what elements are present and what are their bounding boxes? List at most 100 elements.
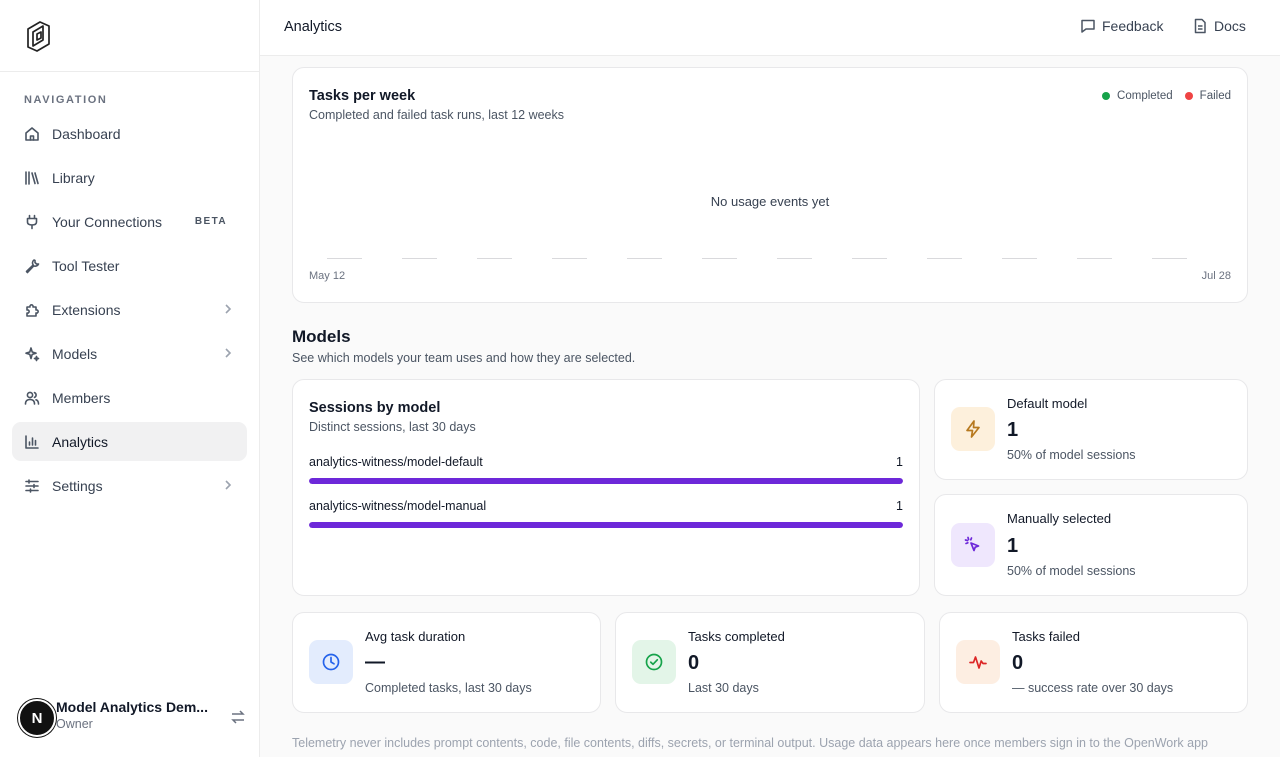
user-menu[interactable]: N Model Analytics Dem... Owner — [18, 697, 246, 739]
sidebar-nav: Dashboard Library Your Connections BETA … — [12, 114, 247, 510]
legend-dot — [1102, 92, 1111, 100]
stat-value: — — [365, 651, 385, 673]
sidebar-item-label: Models — [52, 345, 98, 362]
chart-legend: Completed Failed — [1090, 90, 1231, 102]
legend-dot — [1184, 92, 1193, 100]
sidebar-item-analytics[interactable]: Analytics — [12, 422, 247, 461]
stat-sub: Completed tasks, last 30 days — [365, 681, 532, 695]
icon-box — [956, 640, 1000, 684]
manually-selected-card: Manually selected 1 50% of model session… — [934, 494, 1248, 596]
logo-area — [0, 0, 259, 72]
sessions-subtitle: Distinct sessions, last 30 days — [309, 420, 476, 434]
chart-title: Tasks per week — [309, 88, 416, 104]
telemetry-note: Telemetry never includes prompt contents… — [292, 736, 1208, 750]
default-model-card: Default model 1 50% of model sessions — [934, 379, 1248, 480]
avg-task-duration-card: Avg task duration — Completed tasks, las… — [292, 612, 601, 713]
week-bar — [852, 258, 887, 259]
models-section-title: Models — [292, 327, 351, 346]
cursor-click-icon — [964, 536, 980, 552]
feedback-button[interactable]: Feedback — [1080, 18, 1163, 34]
feedback-label: Feedback — [1102, 18, 1164, 34]
user-info: Model Analytics Dem... Owner — [56, 699, 216, 731]
check-circle-icon — [645, 653, 663, 671]
sessions-title: Sessions by model — [309, 400, 441, 416]
sliders-icon — [25, 478, 39, 493]
model-bar-fill — [309, 478, 903, 484]
week-bar — [627, 258, 662, 259]
sidebar-item-models[interactable]: Models — [12, 334, 247, 373]
stat-title: Avg task duration — [365, 629, 466, 644]
model-row: analytics-witness/model-manual 1 — [309, 499, 903, 528]
sidebar-item-library[interactable]: Library — [12, 158, 247, 197]
library-icon — [25, 170, 39, 185]
sidebar-item-dashboard[interactable]: Dashboard — [12, 114, 247, 153]
top-header: Analytics Feedback Docs — [260, 0, 1280, 56]
page-title: Analytics — [284, 19, 343, 35]
week-bar — [477, 258, 512, 259]
message-square-icon — [1081, 19, 1095, 33]
sidebar-item-label: Dashboard — [52, 125, 121, 142]
tasks-failed-card: Tasks failed 0 — success rate over 30 da… — [939, 612, 1248, 713]
openwork-logo-icon[interactable] — [24, 20, 52, 54]
wrench-icon — [25, 258, 40, 273]
docs-label: Docs — [1214, 18, 1246, 34]
plug-icon — [26, 214, 38, 229]
model-row: analytics-witness/model-default 1 — [309, 455, 903, 484]
icon-box — [309, 640, 353, 684]
user-role: Owner — [56, 717, 93, 731]
sidebar-item-your-connections[interactable]: Your Connections BETA — [12, 202, 247, 241]
stat-value: 0 — [688, 652, 700, 674]
sidebar-item-extensions[interactable]: Extensions — [12, 290, 247, 329]
sidebar-item-label: Analytics — [52, 433, 109, 450]
week-bar — [927, 258, 962, 259]
switch-account-icon[interactable] — [230, 709, 246, 725]
model-count: 1 — [896, 455, 903, 469]
x-tick-start: May 12 — [309, 270, 346, 282]
tasks-per-week-card: Tasks per week Completed and failed task… — [292, 67, 1248, 303]
sidebar-item-label: Library — [52, 169, 95, 186]
model-bar-fill — [309, 522, 903, 528]
stat-title: Tasks completed — [688, 629, 785, 644]
docs-button[interactable]: Docs — [1192, 18, 1246, 34]
week-bar — [702, 258, 737, 259]
week-bars — [325, 258, 1225, 262]
document-icon — [1194, 18, 1206, 34]
legend-completed: Completed — [1102, 90, 1173, 102]
sidebar-item-members[interactable]: Members — [12, 378, 247, 417]
model-count: 1 — [896, 499, 903, 513]
sessions-by-model-card: Sessions by model Distinct sessions, las… — [292, 379, 920, 596]
home-icon — [25, 126, 39, 141]
icon-box — [951, 407, 995, 451]
users-icon — [24, 391, 40, 405]
chart-subtitle: Completed and failed task runs, last 12 … — [309, 108, 564, 122]
model-bar-track — [309, 478, 903, 484]
sidebar-item-label: Tool Tester — [52, 257, 120, 274]
avatar: N — [18, 699, 56, 737]
nav-heading: NAVIGATION — [24, 94, 108, 106]
week-bar — [552, 258, 587, 259]
model-name: analytics-witness/model-default — [309, 455, 483, 469]
stat-title: Manually selected — [1007, 511, 1112, 526]
sidebar-item-label: Extensions — [52, 301, 121, 318]
stat-title: Default model — [1007, 396, 1088, 411]
week-bar — [1077, 258, 1112, 259]
sidebar-item-tool-tester[interactable]: Tool Tester — [12, 246, 247, 285]
stat-title: Tasks failed — [1012, 629, 1080, 644]
beta-badge: BETA — [194, 216, 227, 227]
sidebar-item-label: Settings — [52, 477, 103, 494]
model-name: analytics-witness/model-manual — [309, 499, 487, 513]
week-bar — [1152, 258, 1187, 259]
bar-chart-icon — [25, 434, 39, 449]
icon-box — [632, 640, 676, 684]
sidebar-item-settings[interactable]: Settings — [12, 466, 247, 505]
clock-icon — [322, 653, 340, 671]
week-bar — [402, 258, 437, 259]
stat-sub: 50% of model sessions — [1007, 564, 1136, 578]
week-bar — [1002, 258, 1037, 259]
model-bar-track — [309, 522, 903, 528]
legend-failed: Failed — [1184, 90, 1231, 102]
activity-icon — [969, 656, 987, 669]
stat-value: 1 — [1007, 535, 1019, 557]
sidebar-item-label: Your Connections — [52, 213, 163, 230]
sparkles-icon — [25, 346, 40, 361]
